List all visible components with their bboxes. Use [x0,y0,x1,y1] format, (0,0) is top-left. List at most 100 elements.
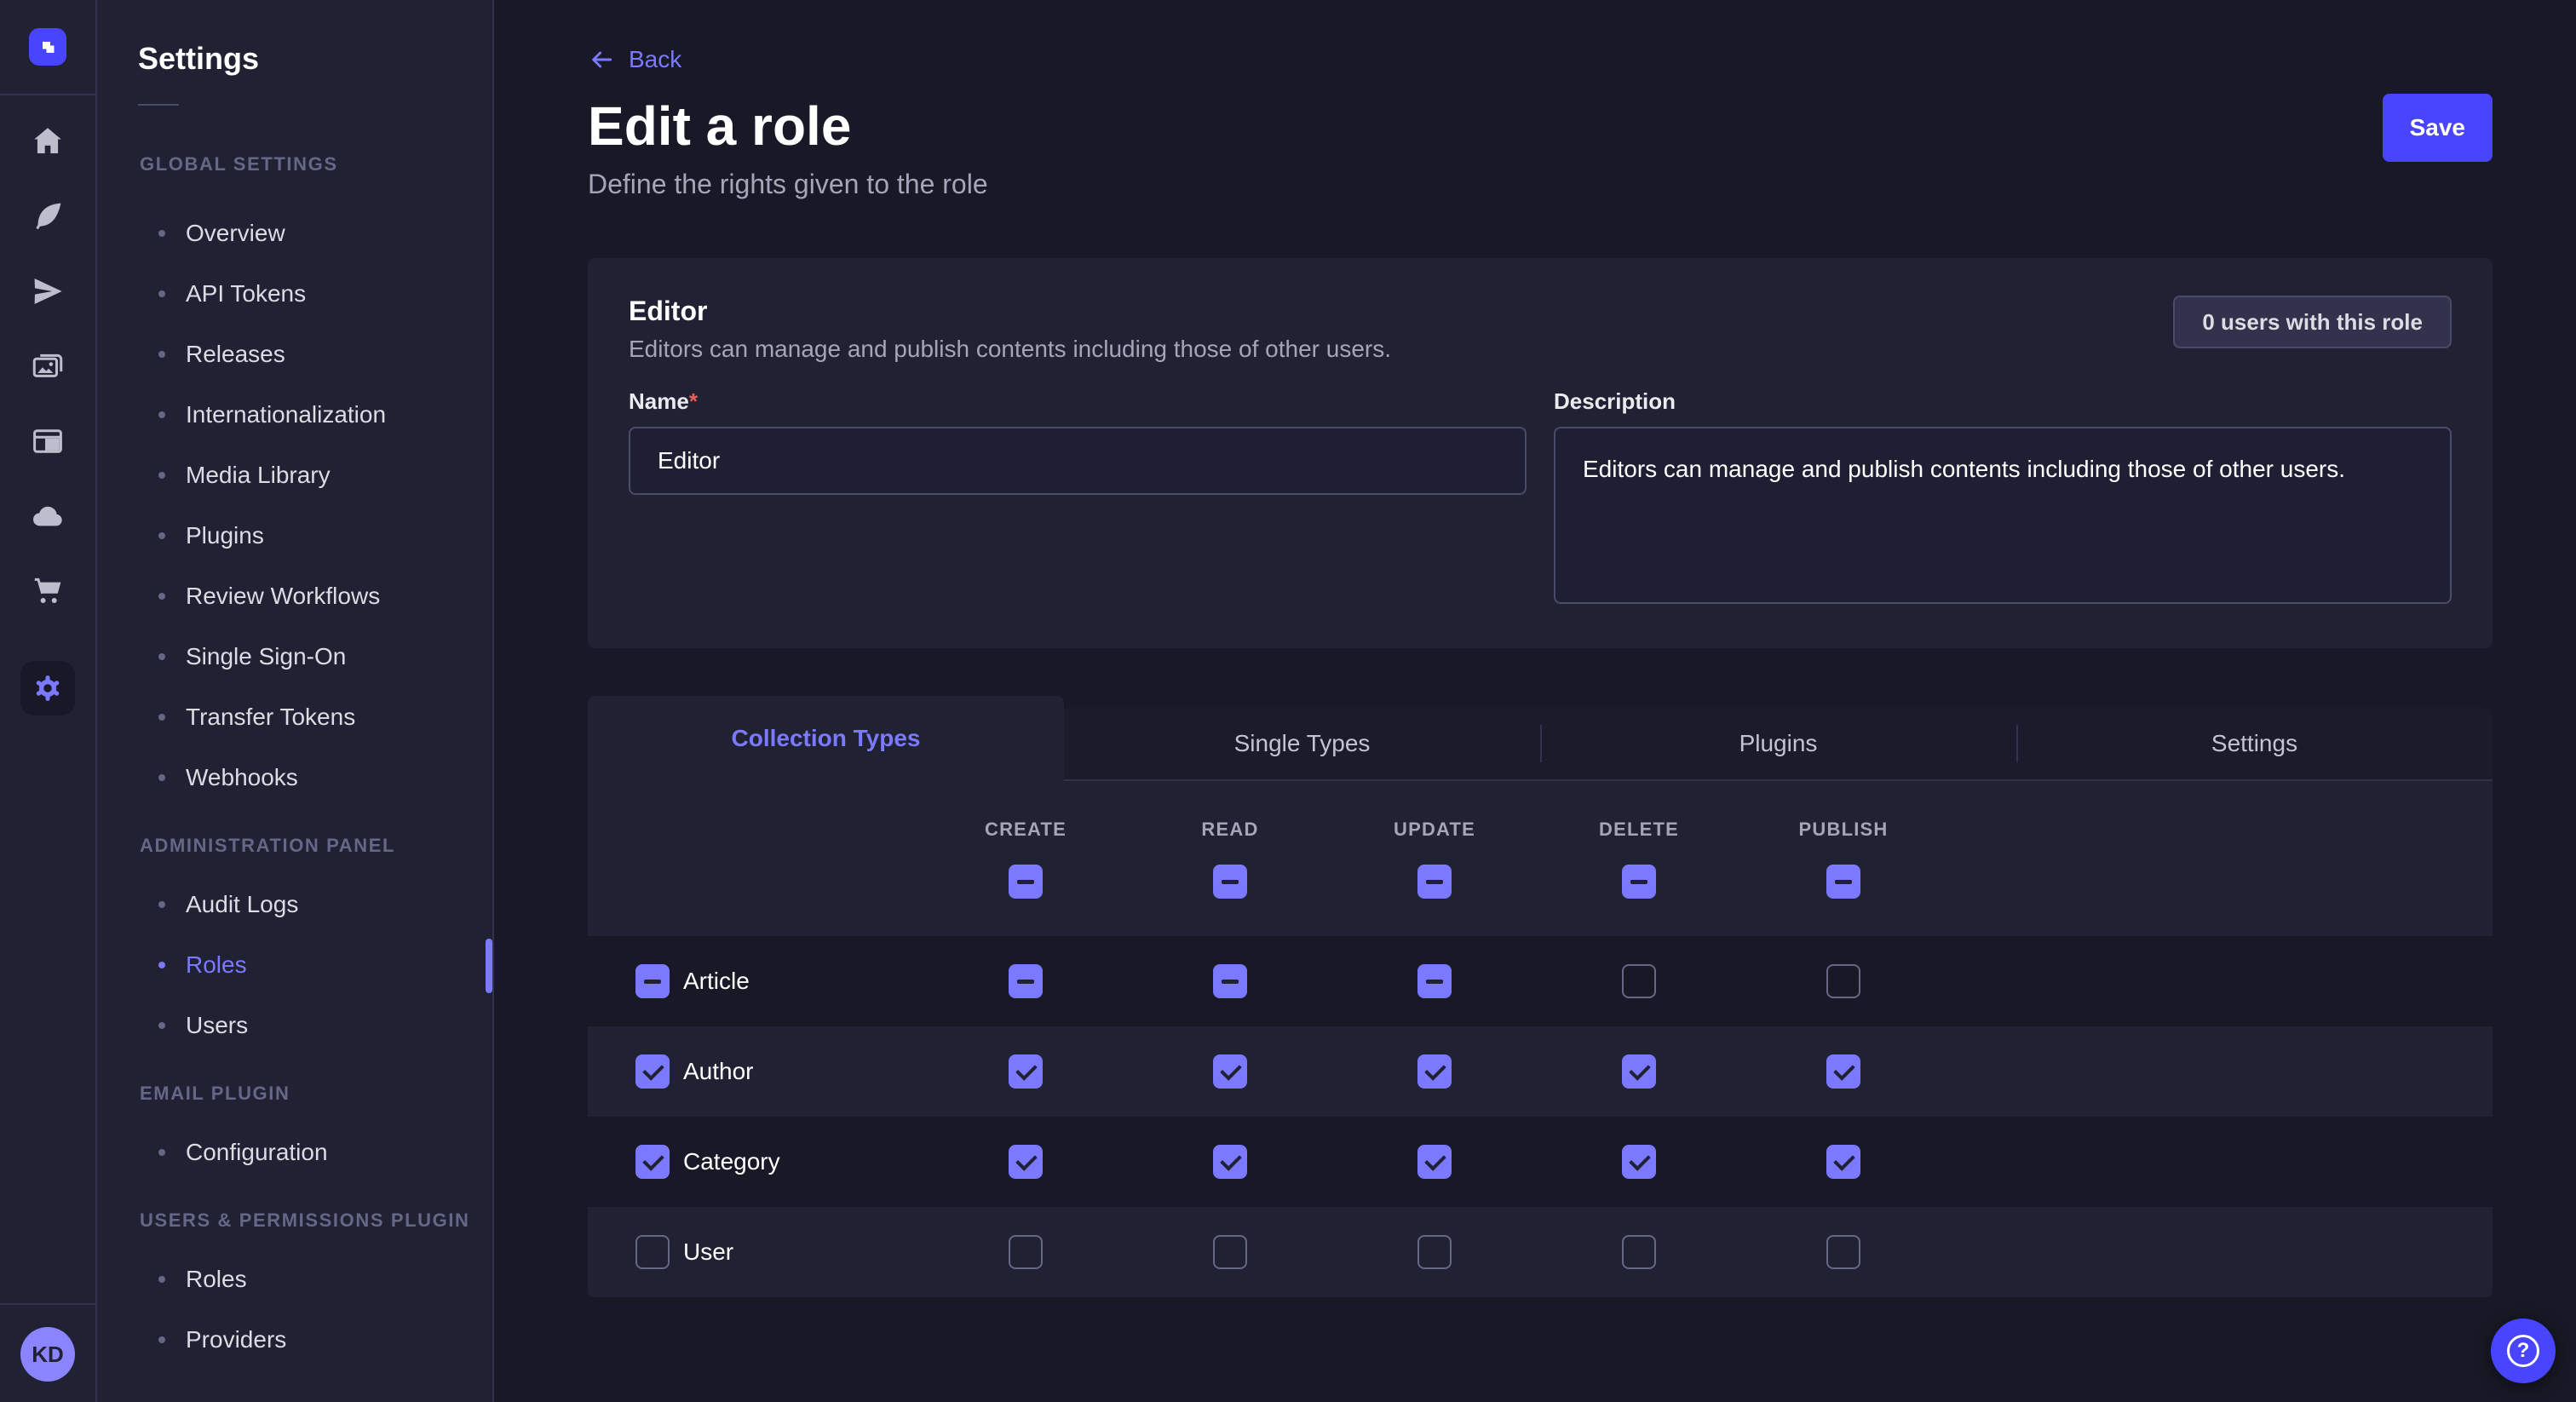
role-card-head-text: Editor Editors can manage and publish co… [629,296,1391,363]
sidebar-item-providers[interactable]: Providers [97,1309,492,1370]
checkbox-article-read[interactable] [1213,964,1247,998]
checkbox-category-create[interactable] [1009,1145,1043,1179]
avatar[interactable]: KD [20,1327,75,1382]
permissions-column-headers: CREATE READ UPDATE DELETE PUBLISH [588,781,2493,841]
column-header-read: READ [1128,819,1332,841]
row-label: User [683,1238,733,1266]
sidebar-title-divider [138,104,179,106]
sidebar-item-releases[interactable]: Releases [97,324,492,384]
save-button[interactable]: Save [2383,94,2493,162]
settings-sidebar: Settings GLOBAL SETTINGS Overview API To… [97,0,494,1402]
tab-single-types[interactable]: Single Types [1064,708,1540,781]
checkbox-author-delete[interactable] [1622,1054,1656,1089]
checkbox-user-delete[interactable] [1622,1235,1656,1269]
master-checkbox-read[interactable] [1213,865,1247,899]
name-input[interactable] [629,427,1527,495]
tab-collection-types[interactable]: Collection Types [588,696,1064,781]
bullet-icon [158,1336,165,1343]
section-label-users-permissions-plugin: USERS & PERMISSIONS PLUGIN [140,1210,492,1232]
master-checkbox-publish[interactable] [1826,865,1860,899]
sidebar-item-configuration[interactable]: Configuration [97,1122,492,1182]
sidebar-item-label: Single Sign-On [186,643,346,670]
help-button[interactable]: ? [2491,1319,2556,1383]
sidebar-item-review-workflows[interactable]: Review Workflows [97,566,492,626]
checkbox-category-publish[interactable] [1826,1145,1860,1179]
strapi-logo [29,28,66,66]
bullet-icon [158,714,165,721]
sidebar-item-webhooks[interactable]: Webhooks [97,747,492,807]
checkbox-article-publish[interactable] [1826,964,1860,998]
checkbox-article-delete[interactable] [1622,964,1656,998]
row-label: Category [683,1148,780,1175]
row-checkbox-user[interactable] [635,1235,670,1269]
checkbox-author-publish[interactable] [1826,1054,1860,1089]
role-details-card: Editor Editors can manage and publish co… [588,258,2493,648]
checkbox-user-update[interactable] [1417,1235,1452,1269]
sidebar-item-label: Review Workflows [186,583,380,610]
users-with-role-button[interactable]: 0 users with this role [2173,296,2452,348]
bullet-icon [158,774,165,781]
sidebar-item-single-sign-on[interactable]: Single Sign-On [97,626,492,687]
master-checkbox-delete[interactable] [1622,865,1656,899]
master-checkbox-create[interactable] [1009,865,1043,899]
checkbox-category-delete[interactable] [1622,1145,1656,1179]
checkbox-article-update[interactable] [1417,964,1452,998]
layout-icon[interactable] [27,421,68,462]
row-checkbox-author[interactable] [635,1054,670,1089]
sidebar-scrollbar-thumb[interactable] [486,939,492,993]
sidebar-item-label: Roles [186,951,247,979]
sidebar-item-users[interactable]: Users [97,995,492,1055]
row-checkbox-article[interactable] [635,964,670,998]
checkbox-user-create[interactable] [1009,1235,1043,1269]
gear-icon[interactable] [20,661,75,715]
checkbox-category-read[interactable] [1213,1145,1247,1179]
checkbox-author-update[interactable] [1417,1054,1452,1089]
cart-icon[interactable] [27,571,68,612]
question-mark-icon: ? [2507,1335,2539,1367]
master-checkbox-update[interactable] [1417,865,1452,899]
row-checkbox-category[interactable] [635,1145,670,1179]
section-users-permissions-plugin: Roles Providers [97,1249,492,1370]
bullet-icon [158,411,165,418]
page-header: Edit a role Define the rights given to t… [588,94,2493,200]
permission-row-user: User [588,1207,2493,1297]
checkbox-user-publish[interactable] [1826,1235,1860,1269]
permissions-panel: Collection Types Single Types Plugins Se… [588,696,2493,1297]
sidebar-item-internationalization[interactable]: Internationalization [97,384,492,445]
back-arrow-icon [588,46,615,73]
strapi-logo-button[interactable] [0,0,95,95]
required-asterisk: * [689,388,698,414]
tab-settings[interactable]: Settings [2016,708,2493,781]
sidebar-item-audit-logs[interactable]: Audit Logs [97,874,492,934]
sidebar-item-up-roles[interactable]: Roles [97,1249,492,1309]
checkbox-author-read[interactable] [1213,1054,1247,1089]
sidebar-item-transfer-tokens[interactable]: Transfer Tokens [97,687,492,747]
sidebar-item-media-library[interactable]: Media Library [97,445,492,505]
cloud-icon[interactable] [27,496,68,537]
sidebar-item-roles[interactable]: Roles [97,934,492,995]
page-subtitle: Define the rights given to the role [588,169,988,200]
home-icon[interactable] [27,121,68,162]
sidebar-item-api-tokens[interactable]: API Tokens [97,263,492,324]
section-email-plugin: Configuration [97,1122,492,1182]
checkbox-article-create[interactable] [1009,964,1043,998]
sidebar-item-overview[interactable]: Overview [97,203,492,263]
checkbox-category-update[interactable] [1417,1145,1452,1179]
bullet-icon [158,653,165,660]
checkbox-author-create[interactable] [1009,1054,1043,1089]
sidebar-item-plugins[interactable]: Plugins [97,505,492,566]
back-link[interactable]: Back [588,46,681,73]
tab-plugins[interactable]: Plugins [1540,708,2016,781]
bullet-icon [158,593,165,600]
sidebar-title: Settings [138,41,492,77]
description-textarea[interactable]: Editors can manage and publish contents … [1554,427,2452,604]
bullet-icon [158,901,165,908]
main-content: Back Edit a role Define the rights given… [494,0,2576,1402]
paper-plane-icon[interactable] [27,271,68,312]
checkbox-user-read[interactable] [1213,1235,1247,1269]
icon-rail: KD [0,0,97,1402]
feather-icon[interactable] [27,196,68,237]
page-header-text: Edit a role Define the rights given to t… [588,94,988,200]
media-library-icon[interactable] [27,346,68,387]
permissions-tabs: Collection Types Single Types Plugins Se… [588,696,2493,781]
